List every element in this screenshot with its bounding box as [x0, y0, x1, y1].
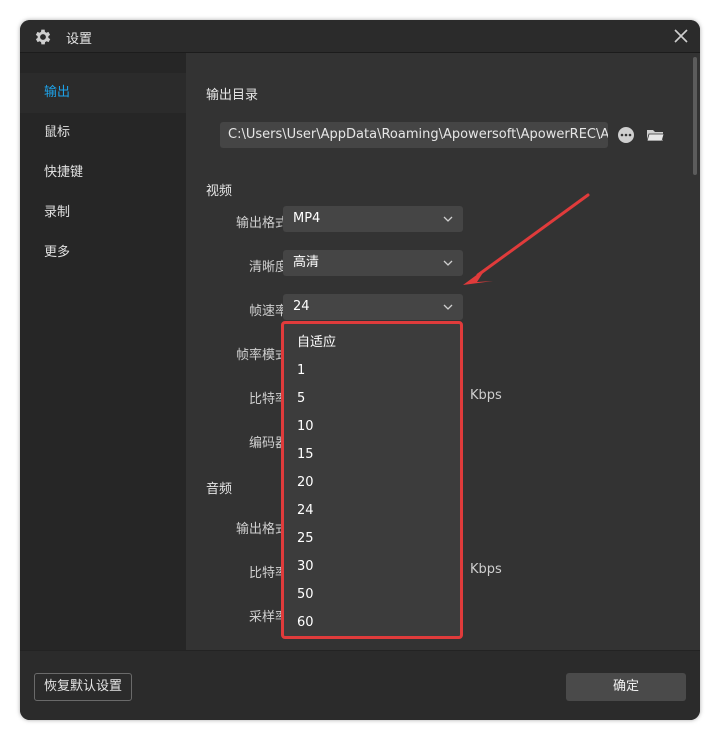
sidebar-item-mouse[interactable]: 鼠标 — [20, 113, 186, 153]
window-title: 设置 — [66, 32, 93, 47]
output-dir-heading: 输出目录 — [206, 88, 259, 103]
video-format-label: 输出格式 — [235, 216, 288, 231]
close-icon[interactable] — [673, 28, 689, 44]
framerate-option[interactable]: 25 — [284, 525, 460, 553]
framerate-option[interactable]: 自适应 — [284, 329, 460, 357]
video-format-value: MP4 — [293, 211, 321, 226]
framerate-option[interactable]: 20 — [284, 469, 460, 497]
encoder-label: 编码器 — [248, 436, 288, 451]
audio-format-label: 输出格式 — [235, 522, 288, 537]
framerate-option[interactable]: 30 — [284, 553, 460, 581]
sidebar-item-hotkeys[interactable]: 快捷键 — [20, 153, 186, 193]
ok-button[interactable]: 确定 — [566, 673, 686, 701]
framerate-option[interactable]: 15 — [284, 441, 460, 469]
gear-icon — [35, 29, 51, 45]
video-quality-value: 高清 — [293, 255, 320, 270]
chevron-down-icon — [443, 260, 453, 266]
restore-defaults-button[interactable]: 恢复默认设置 — [34, 673, 132, 701]
sidebar-item-record[interactable]: 录制 — [20, 193, 186, 233]
framerate-dropdown-list: 自适应 1 5 10 15 20 24 25 30 50 60 — [281, 321, 463, 639]
audio-bitrate-label: 比特率 — [248, 566, 288, 581]
audio-bitrate-unit: Kbps — [470, 562, 502, 577]
framerate-option[interactable]: 5 — [284, 385, 460, 413]
video-heading: 视频 — [206, 184, 233, 199]
chevron-down-icon — [443, 216, 453, 222]
framerate-option[interactable]: 24 — [284, 497, 460, 525]
framerate-value: 24 — [293, 299, 310, 314]
footer-bar: 恢复默认设置 确定 — [20, 650, 700, 720]
settings-content: 输出目录 C:\Users\User\AppData\Roaming\Apowe… — [186, 53, 700, 650]
settings-window: 设置 输出 鼠标 快捷键 录制 更多 输出目录 C:\Users\User\Ap… — [20, 20, 700, 720]
framerate-select[interactable]: 24 — [283, 294, 463, 320]
framerate-label: 帧速率 — [248, 304, 288, 319]
video-quality-label: 清晰度 — [248, 260, 288, 275]
more-icon[interactable] — [616, 125, 636, 145]
sidebar-item-label: 快捷键 — [44, 165, 84, 180]
folder-icon[interactable] — [645, 125, 665, 145]
framerate-option[interactable]: 50 — [284, 581, 460, 609]
video-format-select[interactable]: MP4 — [283, 206, 463, 232]
framerate-mode-label: 帧率模式 — [235, 348, 288, 363]
scrollbar[interactable] — [693, 57, 697, 175]
samplerate-label: 采样率 — [248, 610, 288, 625]
sidebar-item-label: 鼠标 — [44, 125, 71, 140]
video-quality-select[interactable]: 高清 — [283, 250, 463, 276]
sidebar-item-output[interactable]: 输出 — [20, 73, 186, 113]
framerate-option[interactable]: 60 — [284, 609, 460, 637]
framerate-option[interactable]: 10 — [284, 413, 460, 441]
sidebar-item-label: 录制 — [44, 205, 71, 220]
sidebar-item-label: 输出 — [44, 85, 71, 100]
sidebar: 输出 鼠标 快捷键 录制 更多 — [20, 53, 186, 650]
video-bitrate-label: 比特率 — [248, 392, 288, 407]
framerate-option[interactable]: 1 — [284, 357, 460, 385]
output-path-field[interactable]: C:\Users\User\AppData\Roaming\Apowersoft… — [220, 122, 608, 148]
sidebar-item-more[interactable]: 更多 — [20, 233, 186, 273]
audio-heading: 音频 — [206, 482, 233, 497]
sidebar-item-label: 更多 — [44, 245, 71, 260]
chevron-down-icon — [443, 304, 453, 310]
video-bitrate-unit: Kbps — [470, 388, 502, 403]
title-bar: 设置 — [20, 20, 700, 53]
